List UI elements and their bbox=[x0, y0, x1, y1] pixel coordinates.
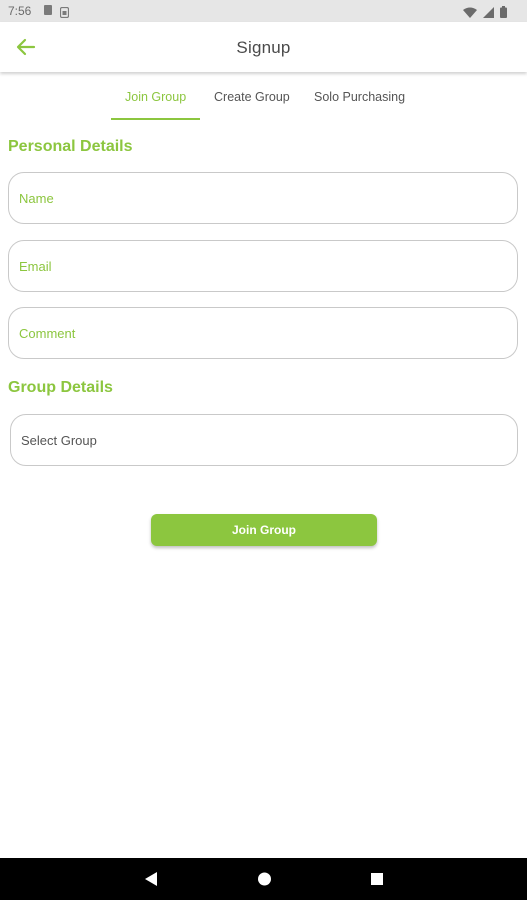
name-input[interactable] bbox=[9, 173, 517, 223]
email-field-container bbox=[8, 240, 518, 292]
home-circle-icon[interactable] bbox=[257, 871, 272, 892]
app-bar: Signup bbox=[0, 22, 527, 72]
tab-create-group[interactable]: Create Group bbox=[214, 90, 290, 104]
wifi-icon bbox=[463, 5, 477, 23]
notification-icon bbox=[44, 5, 52, 15]
email-input[interactable] bbox=[9, 241, 517, 291]
page-title: Signup bbox=[236, 38, 291, 57]
select-group-label: Select Group bbox=[21, 433, 97, 448]
comment-field-container bbox=[8, 307, 518, 359]
tab-bar: Join Group Create Group Solo Purchasing bbox=[0, 86, 527, 122]
back-triangle-icon[interactable] bbox=[144, 871, 158, 892]
status-bar: 7:56 bbox=[0, 0, 527, 22]
personal-details-heading: Personal Details bbox=[8, 138, 133, 155]
tab-join-group[interactable]: Join Group bbox=[125, 90, 186, 104]
sim-icon bbox=[59, 5, 70, 23]
select-group-dropdown[interactable]: Select Group bbox=[10, 414, 518, 466]
system-nav-bar bbox=[0, 858, 527, 900]
battery-icon bbox=[500, 5, 507, 23]
tab-solo-purchasing[interactable]: Solo Purchasing bbox=[314, 90, 405, 104]
status-left-icons bbox=[44, 5, 70, 23]
status-right-icons bbox=[463, 5, 507, 23]
comment-input[interactable] bbox=[9, 308, 517, 358]
join-group-button[interactable]: Join Group bbox=[151, 514, 377, 546]
recents-square-icon[interactable] bbox=[370, 871, 384, 892]
group-details-heading: Group Details bbox=[8, 379, 113, 396]
active-tab-indicator bbox=[111, 118, 200, 120]
name-field-container bbox=[8, 172, 518, 224]
status-time: 7:56 bbox=[8, 4, 32, 18]
signal-icon bbox=[483, 5, 494, 23]
